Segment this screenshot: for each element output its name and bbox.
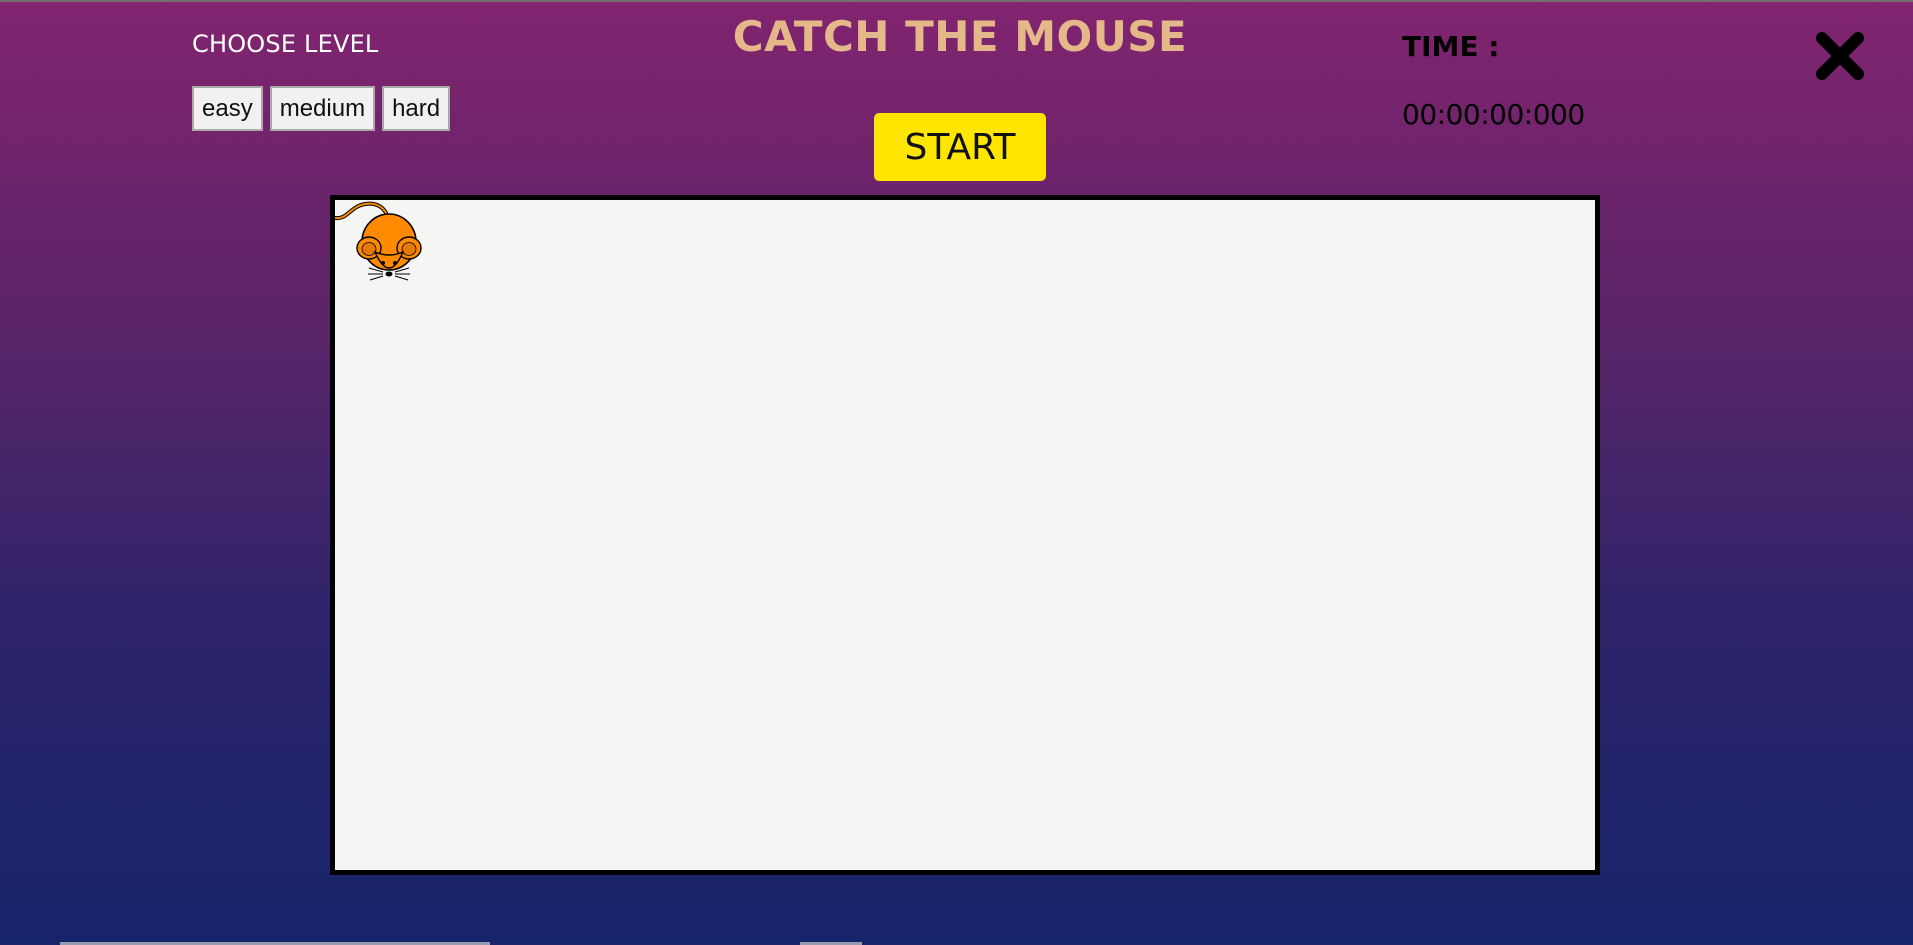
mouse-icon[interactable]	[333, 200, 425, 290]
game-area[interactable]	[330, 195, 1600, 875]
level-hard-button[interactable]: hard	[382, 86, 451, 131]
time-value: 00:00:00:000	[1402, 98, 1585, 131]
time-label: TIME :	[1402, 30, 1500, 63]
level-buttons: easy medium hard	[192, 86, 451, 131]
game-title: CATCH THE MOUSE	[732, 12, 1188, 61]
start-button[interactable]: START	[874, 113, 1046, 181]
level-easy-button[interactable]: easy	[192, 86, 263, 131]
level-medium-button[interactable]: medium	[269, 86, 376, 131]
top-strip	[0, 0, 1913, 2]
close-icon[interactable]	[1812, 28, 1868, 84]
